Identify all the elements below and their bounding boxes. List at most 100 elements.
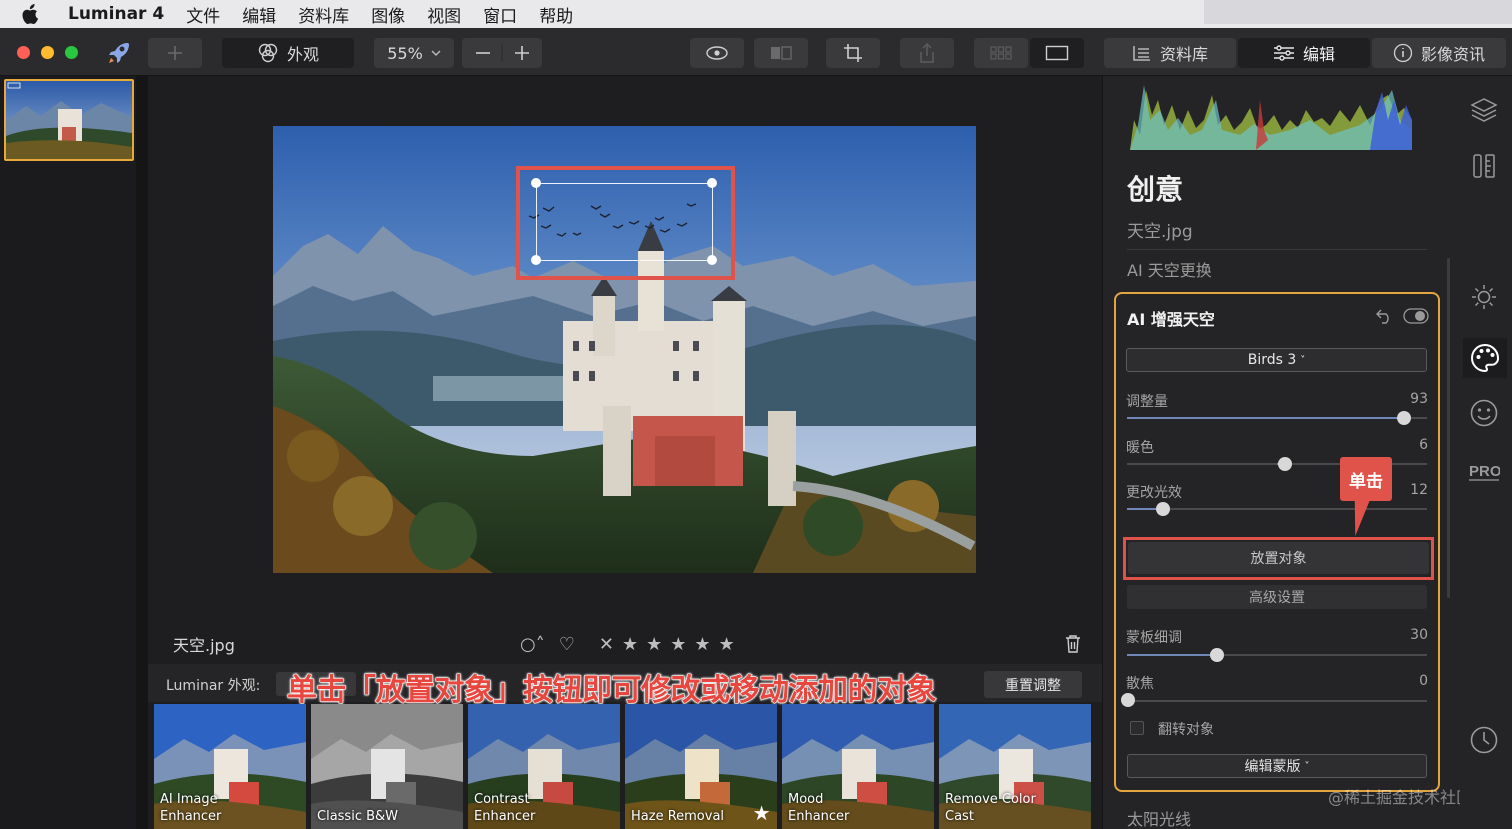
slider-relight-knob[interactable] xyxy=(1156,502,1170,516)
resize-handle-top-right[interactable] xyxy=(707,178,717,188)
essentials-sun-icon[interactable] xyxy=(1468,281,1500,313)
slider-relight-track[interactable] xyxy=(1127,508,1427,510)
menubar-status-area xyxy=(1204,0,1512,24)
compare-button[interactable] xyxy=(754,38,808,68)
creative-palette-icon[interactable] xyxy=(1463,338,1507,378)
preview-eye-button[interactable] xyxy=(690,38,744,68)
heart-icon[interactable]: ♡ xyxy=(559,634,575,655)
reject-icon[interactable]: ✕ xyxy=(599,634,614,655)
menu-help[interactable]: 帮助 xyxy=(539,2,573,27)
star-5-icon[interactable]: ★ xyxy=(719,634,735,655)
looks-strip: AI Image Enhancer Classic B&W Contrast Enh… xyxy=(154,704,1096,829)
panel-title: 创意 xyxy=(1127,173,1184,206)
looks-button[interactable]: 外观 xyxy=(222,38,354,68)
look-mood-enhancer[interactable]: Mood Enhancer xyxy=(782,704,934,829)
tutorial-callout: 单击 xyxy=(1340,457,1392,501)
slider-mask-refine-track[interactable] xyxy=(1127,654,1427,656)
apple-logo-icon[interactable] xyxy=(22,4,40,24)
tab-info[interactable]: 影像资讯 xyxy=(1372,38,1506,68)
tab-library[interactable]: 资料库 xyxy=(1104,38,1236,68)
edit-mask-label: 编辑蒙版 xyxy=(1244,759,1301,775)
zoom-window-button[interactable] xyxy=(65,46,78,59)
slider-amount-knob[interactable] xyxy=(1397,411,1411,425)
history-clock-icon[interactable] xyxy=(1468,724,1500,756)
resize-handle-bottom-left[interactable] xyxy=(531,255,541,265)
menu-library[interactable]: 资料库 xyxy=(298,2,349,27)
app-toolbar: 外观 55% 资料库 编辑 影像资讯 xyxy=(0,28,1512,76)
histogram xyxy=(1130,80,1412,150)
tutorial-annotation-text: 单击「放置对象」按钮即可修改或移动添加的对象 xyxy=(287,673,938,709)
slider-defocus-track[interactable] xyxy=(1127,700,1427,702)
look-remove-color-cast[interactable]: Remove Color Cast xyxy=(939,704,1091,829)
flip-object-checkbox[interactable] xyxy=(1130,721,1144,735)
slider-amount-track[interactable] xyxy=(1127,417,1427,419)
share-icon xyxy=(920,42,934,63)
star-4-icon[interactable]: ★ xyxy=(694,634,710,655)
slider-warmth-knob[interactable] xyxy=(1278,457,1292,471)
zoom-dropdown[interactable]: 55% xyxy=(374,38,454,68)
looks-category-label: Luminar 外观: xyxy=(166,678,261,694)
svg-text:PRO: PRO xyxy=(1469,463,1500,480)
share-button[interactable] xyxy=(900,38,954,68)
slider-amount-label: 调整量 xyxy=(1126,394,1168,410)
star-2-icon[interactable]: ★ xyxy=(646,634,662,655)
resize-handle-top-left[interactable] xyxy=(531,178,541,188)
preset-value: Birds 3 xyxy=(1247,352,1297,368)
slider-defocus-knob[interactable] xyxy=(1121,693,1135,707)
panel-file-name: 天空.jpg xyxy=(1127,222,1193,242)
sky-object-preset-dropdown[interactable]: Birds 3 ˅ xyxy=(1126,348,1427,372)
tool-toggle[interactable] xyxy=(1403,308,1429,328)
look-haze-removal[interactable]: Haze Removal ★ xyxy=(625,704,777,829)
reset-adjustments-button[interactable]: 重置调整 xyxy=(984,671,1082,698)
eye-icon xyxy=(706,46,728,60)
color-label-icon[interactable]: ○˄ xyxy=(520,634,545,655)
portrait-face-icon[interactable] xyxy=(1468,397,1500,429)
advanced-settings-button[interactable]: 高级设置 xyxy=(1127,585,1427,609)
section-sun-rays[interactable]: 太阳光线 xyxy=(1127,806,1191,829)
chevron-down-icon: ˅ xyxy=(1304,760,1310,772)
watermark-text: @稀土掘金技术社区 xyxy=(1328,788,1473,807)
trash-icon[interactable] xyxy=(1064,634,1082,658)
menu-window[interactable]: 窗口 xyxy=(483,2,517,27)
tab-info-label: 影像资讯 xyxy=(1420,45,1485,64)
star-1-icon[interactable]: ★ xyxy=(622,634,638,655)
minimize-window-button[interactable] xyxy=(41,46,54,59)
pro-tools-icon[interactable]: PRO xyxy=(1468,456,1500,488)
crop-button[interactable] xyxy=(826,38,880,68)
close-window-button[interactable] xyxy=(17,46,30,59)
menu-view[interactable]: 视图 xyxy=(427,2,461,27)
menu-bar: Luminar 4 文件 编辑 资料库 图像 视图 窗口 帮助 xyxy=(0,0,1512,28)
look-contrast-enhancer[interactable]: Contrast Enhancer xyxy=(468,704,620,829)
tab-edit[interactable]: 编辑 xyxy=(1238,38,1370,68)
single-image-icon xyxy=(1045,45,1069,61)
edit-mask-dropdown[interactable]: 编辑蒙版 ˅ xyxy=(1127,754,1427,778)
rocket-icon[interactable] xyxy=(106,40,132,70)
single-view-button[interactable] xyxy=(1030,38,1084,68)
tool-title: AI 增强天空 xyxy=(1127,310,1215,329)
add-photos-button[interactable] xyxy=(148,38,202,68)
resize-handle-bottom-right[interactable] xyxy=(707,255,717,265)
menu-file[interactable]: 文件 xyxy=(186,2,220,27)
favorite-star-icon[interactable]: ★ xyxy=(753,801,771,825)
menu-image[interactable]: 图像 xyxy=(371,2,405,27)
layers-icon[interactable] xyxy=(1468,94,1500,126)
grid-view-button[interactable] xyxy=(974,38,1028,68)
look-classic-bw[interactable]: Classic B&W xyxy=(311,704,463,829)
sliders-icon xyxy=(1273,45,1294,61)
canvas-tools-icon[interactable] xyxy=(1468,150,1500,182)
slider-mask-refine-knob[interactable] xyxy=(1210,648,1224,662)
look-ai-image-enhancer[interactable]: AI Image Enhancer xyxy=(154,704,306,829)
undo-icon[interactable] xyxy=(1376,308,1394,328)
filmstrip-thumbnail[interactable] xyxy=(4,79,134,161)
slider-defocus-label: 散焦 xyxy=(1126,676,1154,692)
object-selection-frame[interactable] xyxy=(536,183,713,261)
panel-divider xyxy=(1127,249,1427,250)
star-3-icon[interactable]: ★ xyxy=(670,634,686,655)
split-view-icon xyxy=(771,46,792,60)
menu-edit[interactable]: 编辑 xyxy=(242,2,276,27)
panel-scrollbar[interactable] xyxy=(1447,258,1450,598)
look-line1: AI Image xyxy=(160,792,218,807)
section-ai-sky-replacement[interactable]: AI 天空更换 xyxy=(1127,257,1212,281)
menu-app-luminar[interactable]: Luminar 4 xyxy=(68,4,164,24)
filmstrip xyxy=(0,76,136,829)
